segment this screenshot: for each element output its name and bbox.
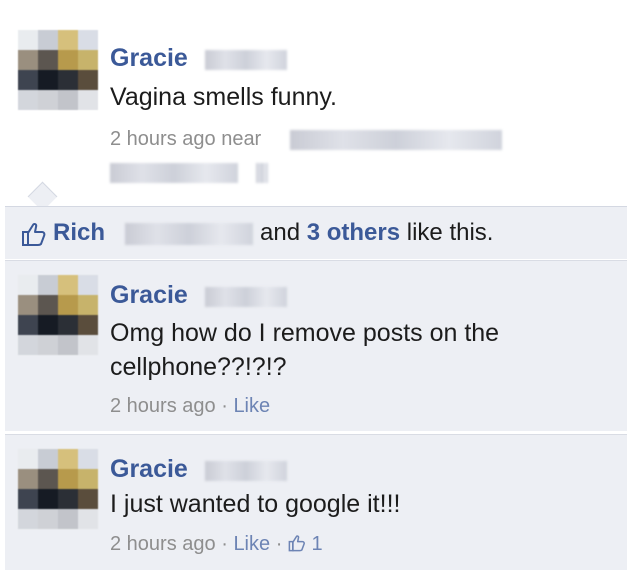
comment-like-link[interactable]: Like	[233, 533, 270, 555]
redacted-surname	[205, 50, 287, 70]
avatar[interactable]	[18, 30, 98, 110]
others-link[interactable]: 3 others	[307, 219, 400, 246]
like-sentence-tail: and 3 others like this.	[260, 219, 493, 247]
comment-author-name[interactable]: Gracie	[110, 455, 188, 484]
like-and-text: and	[260, 219, 301, 246]
like-sentence-bar: Rich and 3 others like this.	[5, 206, 627, 259]
redacted-surname	[205, 287, 287, 307]
thumbs-up-icon	[22, 222, 46, 246]
meta-separator: ·	[221, 395, 228, 417]
redacted-location-fragment	[256, 163, 268, 183]
comment-text-line1: I just wanted to google it!!!	[110, 490, 401, 518]
comment-item: Gracie Omg how do I remove posts on the …	[5, 260, 627, 431]
avatar[interactable]	[18, 449, 98, 529]
redacted-surname	[205, 461, 287, 481]
comment-text-line2: cellphone??!?!?	[110, 353, 287, 381]
comment-timestamp[interactable]: 2 hours ago	[110, 533, 216, 555]
redacted-location-line2	[110, 163, 238, 183]
post-author-name[interactable]: Gracie	[110, 44, 188, 73]
comment-meta: 2 hours ago · Like · 1	[110, 533, 323, 556]
comment-meta: 2 hours ago · Like	[110, 395, 270, 418]
comment-like-link[interactable]: Like	[233, 395, 270, 417]
comment-text-line1: Omg how do I remove posts on the	[110, 319, 500, 347]
comment-timestamp[interactable]: 2 hours ago	[110, 395, 216, 417]
status-post: Gracie Vagina smells funny. 2 hours ago …	[0, 0, 630, 200]
thumbs-up-icon	[288, 535, 305, 552]
redacted-location	[290, 130, 502, 150]
meta-separator: ·	[221, 533, 228, 555]
meta-separator: ·	[275, 533, 283, 555]
post-text: Vagina smells funny.	[110, 83, 337, 111]
comment-item: Gracie I just wanted to google it!!! 2 h…	[5, 434, 627, 570]
comment-author-name[interactable]: Gracie	[110, 281, 188, 310]
comment-like-count[interactable]: 1	[312, 533, 323, 555]
liker-name-link[interactable]: Rich	[53, 219, 105, 247]
avatar[interactable]	[18, 275, 98, 355]
post-timestamp[interactable]: 2 hours ago near	[110, 128, 261, 151]
redacted-liker-surname	[125, 223, 253, 245]
like-this-text: like this.	[406, 219, 494, 246]
